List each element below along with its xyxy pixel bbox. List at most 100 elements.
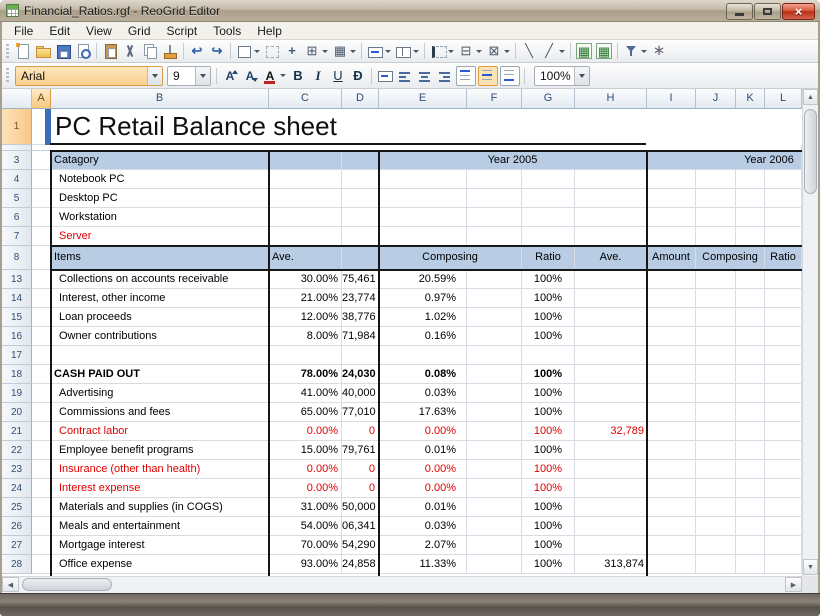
row-header-13[interactable]: 13 bbox=[2, 270, 32, 289]
cell-B13[interactable]: Collections on accounts receivable bbox=[51, 270, 269, 289]
cell-J17[interactable] bbox=[696, 346, 736, 365]
cell-G20[interactable]: 100% bbox=[522, 403, 575, 422]
cell-A3[interactable] bbox=[32, 151, 51, 170]
cell-L24[interactable] bbox=[765, 479, 802, 498]
cell-C6[interactable] bbox=[269, 208, 342, 227]
cell-J13[interactable] bbox=[696, 270, 736, 289]
valign-top-button[interactable] bbox=[456, 65, 476, 86]
cell-L28[interactable] bbox=[765, 555, 802, 574]
column-header-I[interactable]: I bbox=[647, 89, 696, 109]
cell-H15[interactable] bbox=[575, 308, 647, 327]
row-header-28[interactable]: 28 bbox=[2, 555, 32, 574]
scroll-down-button[interactable]: ▼ bbox=[803, 559, 818, 575]
cell-J21[interactable] bbox=[696, 422, 736, 441]
cell-J20[interactable] bbox=[696, 403, 736, 422]
cell-D27[interactable]: 54,290 bbox=[342, 536, 379, 555]
cell-E20[interactable]: 17.63% bbox=[379, 403, 467, 422]
cell-I13[interactable] bbox=[647, 270, 696, 289]
cell-D22[interactable]: 79,761 bbox=[342, 441, 379, 460]
row-header-16[interactable]: 16 bbox=[2, 327, 32, 346]
cell-L17[interactable] bbox=[765, 346, 802, 365]
italic-button[interactable]: I bbox=[308, 66, 328, 86]
cell-G28[interactable]: 100% bbox=[522, 555, 575, 574]
row-header-24[interactable]: 24 bbox=[2, 479, 32, 498]
cell-K25[interactable] bbox=[736, 498, 765, 517]
cell-B24[interactable]: Interest expense bbox=[51, 479, 269, 498]
cell-C8[interactable]: Ave. bbox=[269, 246, 342, 270]
cell-A17[interactable] bbox=[32, 346, 51, 365]
cell-G23[interactable]: 100% bbox=[522, 460, 575, 479]
cell-G6[interactable] bbox=[522, 208, 575, 227]
row-header-14[interactable]: 14 bbox=[2, 289, 32, 308]
cell-D13[interactable]: 75,461 bbox=[342, 270, 379, 289]
cell-B4[interactable]: Notebook PC bbox=[51, 170, 269, 189]
cell-J16[interactable] bbox=[696, 327, 736, 346]
cell-C26[interactable]: 54.00% bbox=[269, 517, 342, 536]
cell-H20[interactable] bbox=[575, 403, 647, 422]
cell-J4[interactable] bbox=[696, 170, 736, 189]
cell-L16[interactable] bbox=[765, 327, 802, 346]
cell-J5[interactable] bbox=[696, 189, 736, 208]
cell-L15[interactable] bbox=[765, 308, 802, 327]
cell-I27[interactable] bbox=[647, 536, 696, 555]
cell-C27[interactable]: 70.00% bbox=[269, 536, 342, 555]
row-header-3[interactable]: 3 bbox=[2, 151, 32, 170]
cell-K18[interactable] bbox=[736, 365, 765, 384]
cell-E27[interactable]: 2.07% bbox=[379, 536, 467, 555]
cell-H13[interactable] bbox=[575, 270, 647, 289]
cell-E24[interactable]: 0.00% bbox=[379, 479, 467, 498]
cell-C18[interactable]: 78.00% bbox=[269, 365, 342, 384]
redo-button[interactable]: ↪ bbox=[207, 41, 227, 61]
cell-A25[interactable] bbox=[32, 498, 51, 517]
cell-D16[interactable]: 71,984 bbox=[342, 327, 379, 346]
cell-G7[interactable] bbox=[522, 227, 575, 246]
cell-K22[interactable] bbox=[736, 441, 765, 460]
cell-G16[interactable]: 100% bbox=[522, 327, 575, 346]
underline-button[interactable]: U bbox=[328, 66, 348, 86]
cell-J28[interactable] bbox=[696, 555, 736, 574]
cell-A24[interactable] bbox=[32, 479, 51, 498]
cell-A28[interactable] bbox=[32, 555, 51, 574]
outside-borders-button[interactable]: ⊞ bbox=[302, 41, 330, 61]
cell-F14[interactable] bbox=[467, 289, 522, 308]
cell-A20[interactable] bbox=[32, 403, 51, 422]
cell-F23[interactable] bbox=[467, 460, 522, 479]
cell-C13[interactable]: 30.00% bbox=[269, 270, 342, 289]
column-header-F[interactable]: F bbox=[467, 89, 522, 109]
cell-G4[interactable] bbox=[522, 170, 575, 189]
cell-C21[interactable]: 0.00% bbox=[269, 422, 342, 441]
cell-G15[interactable]: 100% bbox=[522, 308, 575, 327]
cell-A27[interactable] bbox=[32, 536, 51, 555]
column-header-G[interactable]: G bbox=[522, 89, 575, 109]
cell-C4[interactable] bbox=[269, 170, 342, 189]
cell-I4[interactable] bbox=[647, 170, 696, 189]
cell-I24[interactable] bbox=[647, 479, 696, 498]
cell-F15[interactable] bbox=[467, 308, 522, 327]
column-header-J[interactable]: J bbox=[696, 89, 736, 109]
cell-H17[interactable] bbox=[575, 346, 647, 365]
cell-F25[interactable] bbox=[467, 498, 522, 517]
row-header-18[interactable]: 18 bbox=[2, 365, 32, 384]
cell-I28[interactable] bbox=[647, 555, 696, 574]
cell-A15[interactable] bbox=[32, 308, 51, 327]
cell-H8[interactable]: Ave. bbox=[575, 246, 647, 270]
cell-I6[interactable] bbox=[647, 208, 696, 227]
align-left-button[interactable] bbox=[395, 66, 415, 86]
cell-F21[interactable] bbox=[467, 422, 522, 441]
freeze-panes-button[interactable]: ▦ bbox=[574, 41, 594, 61]
undo-button[interactable]: ↩ bbox=[187, 41, 207, 61]
cell-K5[interactable] bbox=[736, 189, 765, 208]
cell-E7[interactable] bbox=[379, 227, 467, 246]
copy-button[interactable] bbox=[140, 41, 160, 61]
inside-borders-button[interactable]: ⊟ bbox=[456, 41, 484, 61]
column-header-C[interactable]: C bbox=[269, 89, 342, 109]
cell-L22[interactable] bbox=[765, 441, 802, 460]
cell-L18[interactable] bbox=[765, 365, 802, 384]
row-header-4[interactable]: 4 bbox=[2, 170, 32, 189]
align-right-button[interactable] bbox=[435, 66, 455, 86]
row-header-27[interactable]: 27 bbox=[2, 536, 32, 555]
cell-A5[interactable] bbox=[32, 189, 51, 208]
cell-B1[interactable]: PC Retail Balance sheet bbox=[51, 109, 802, 145]
menu-view[interactable]: View bbox=[78, 23, 120, 39]
cell-K4[interactable] bbox=[736, 170, 765, 189]
